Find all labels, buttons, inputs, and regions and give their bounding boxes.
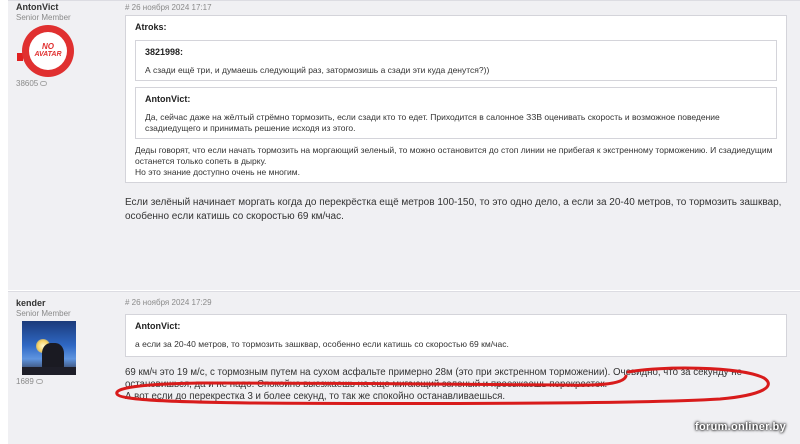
quote-text: Деды говорят, что если начать тормозить … [135, 145, 773, 166]
author-post-count[interactable]: 38605 [16, 79, 116, 88]
message-text: 69 км/ч это 19 м/с, с тормозным путем на… [125, 367, 611, 378]
nested-quote-text: А сзади ещё три, и думаешь следующий раз… [145, 65, 490, 75]
message-text: А вот если до перекрестка 3 и более секу… [125, 391, 506, 402]
site-watermark: forum.onliner.by [695, 421, 786, 433]
avatar-label-line1: NO [42, 42, 54, 51]
quote-block: AntonVict: а если за 20-40 метров, то то… [125, 314, 787, 357]
nested-quote-block: AntonVict: Да, сейчас даже на жёлтый стр… [135, 87, 777, 139]
quote-text: Но это знание доступно очень не многим. [135, 167, 300, 177]
quote-author: AntonVict: [135, 321, 181, 331]
post-date[interactable]: # 26 ноября 2024 17:17 [125, 3, 800, 13]
nested-quote-text: Да, сейчас даже на жёлтый стрёмно тормоз… [145, 112, 720, 133]
post-message: Если зелёный начинает моргать когда до п… [125, 197, 782, 222]
avatar-label-line2: AVATAR [34, 51, 62, 58]
author-name[interactable]: kender [16, 298, 116, 308]
post-message: 69 км/ч это 19 м/с, с тормозным путем на… [125, 367, 770, 403]
quote-text: а если за 20-40 метров, то тормозить заш… [135, 339, 509, 349]
post-content: # 26 ноября 2024 17:17 Atroks: 3821998: … [125, 1, 800, 224]
post-date[interactable]: # 26 ноября 2024 17:29 [125, 298, 800, 308]
post-author-panel: kender Senior Member 1689 [16, 292, 116, 386]
avatar[interactable]: NO AVATAR [17, 25, 74, 77]
post-count-value: 38605 [16, 79, 39, 88]
forum-post: AntonVict Senior Member NO AVATAR 38605 … [8, 0, 800, 290]
nested-quote-author: AntonVict: [145, 94, 191, 104]
avatar[interactable] [22, 321, 76, 375]
post-author-panel: AntonVict Senior Member NO AVATAR 38605 [16, 1, 116, 88]
quote-author: Atroks: [135, 22, 167, 32]
author-post-count[interactable]: 1689 [16, 377, 116, 386]
post-content: # 26 ноября 2024 17:29 AntonVict: а если… [125, 292, 800, 403]
post-count-value: 1689 [16, 377, 34, 386]
nested-quote-block: 3821998: А сзади ещё три, и думаешь след… [135, 40, 777, 81]
author-name[interactable]: AntonVict [16, 2, 116, 12]
quote-block: Atroks: 3821998: А сзади ещё три, и дума… [125, 15, 787, 183]
author-rank: Senior Member [16, 13, 71, 22]
nested-quote-author: 3821998: [145, 47, 184, 57]
comment-bubble-icon [35, 379, 43, 384]
comment-bubble-icon [40, 81, 48, 86]
forum-post: kender Senior Member 1689 # 26 ноября 20… [8, 291, 800, 444]
author-rank: Senior Member [16, 309, 71, 318]
